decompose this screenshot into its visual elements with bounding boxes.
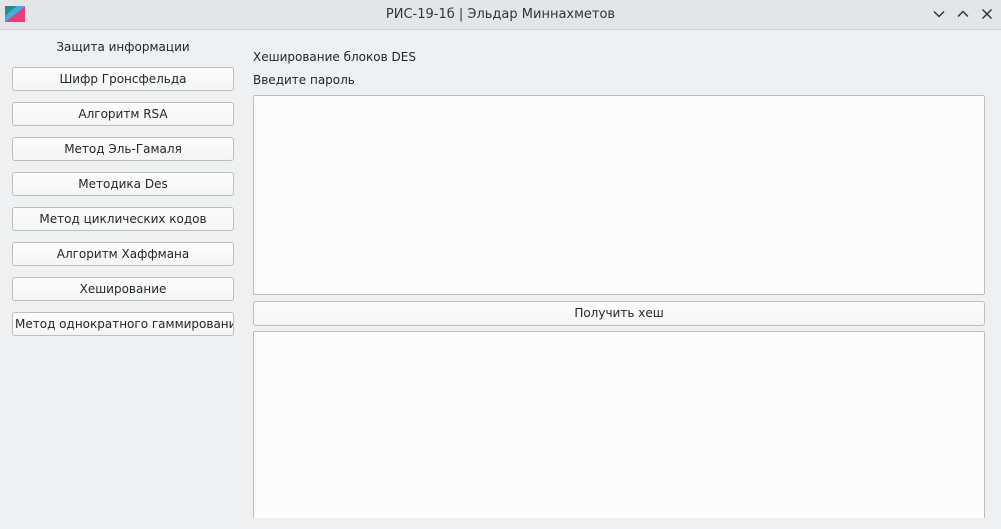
window-bottom-edge bbox=[0, 518, 1001, 529]
password-input[interactable] bbox=[253, 95, 985, 295]
maximize-button[interactable] bbox=[955, 6, 971, 22]
des-method-button[interactable]: Методика Des bbox=[12, 172, 234, 196]
hashing-button[interactable]: Хеширование bbox=[12, 277, 234, 301]
window-title: РИС-19-1б | Эльдар Миннахметов bbox=[385, 7, 616, 22]
password-label: Введите пароль bbox=[253, 73, 355, 87]
one-time-pad-button[interactable]: Метод однократного гаммирования bbox=[12, 312, 234, 336]
close-button[interactable] bbox=[979, 6, 995, 22]
elgamal-method-button[interactable]: Метод Эль-Гамаля bbox=[12, 137, 234, 161]
title-bar[interactable]: РИС-19-1б | Эльдар Миннахметов bbox=[0, 0, 1001, 30]
rsa-algorithm-button[interactable]: Алгоритм RSA bbox=[12, 102, 234, 126]
sidebar-title: Защита информации bbox=[56, 40, 190, 54]
close-icon bbox=[981, 8, 993, 20]
app-icon[interactable] bbox=[5, 6, 25, 22]
cyclic-codes-button[interactable]: Метод циклических кодов bbox=[12, 207, 234, 231]
chevron-down-icon bbox=[933, 10, 945, 18]
get-hash-button[interactable]: Получить хеш bbox=[253, 301, 985, 326]
huffman-algorithm-button[interactable]: Алгоритм Хаффмана bbox=[12, 242, 234, 266]
gronsfeld-cipher-button[interactable]: Шифр Гронсфельда bbox=[12, 67, 234, 91]
chevron-up-icon bbox=[957, 10, 969, 18]
section-title: Хеширование блоков DES bbox=[253, 50, 416, 64]
main-window: РИС-19-1б | Эльдар Миннахметов Защита ин… bbox=[0, 0, 1001, 529]
minimize-button[interactable] bbox=[931, 6, 947, 22]
hash-output[interactable] bbox=[253, 331, 985, 529]
